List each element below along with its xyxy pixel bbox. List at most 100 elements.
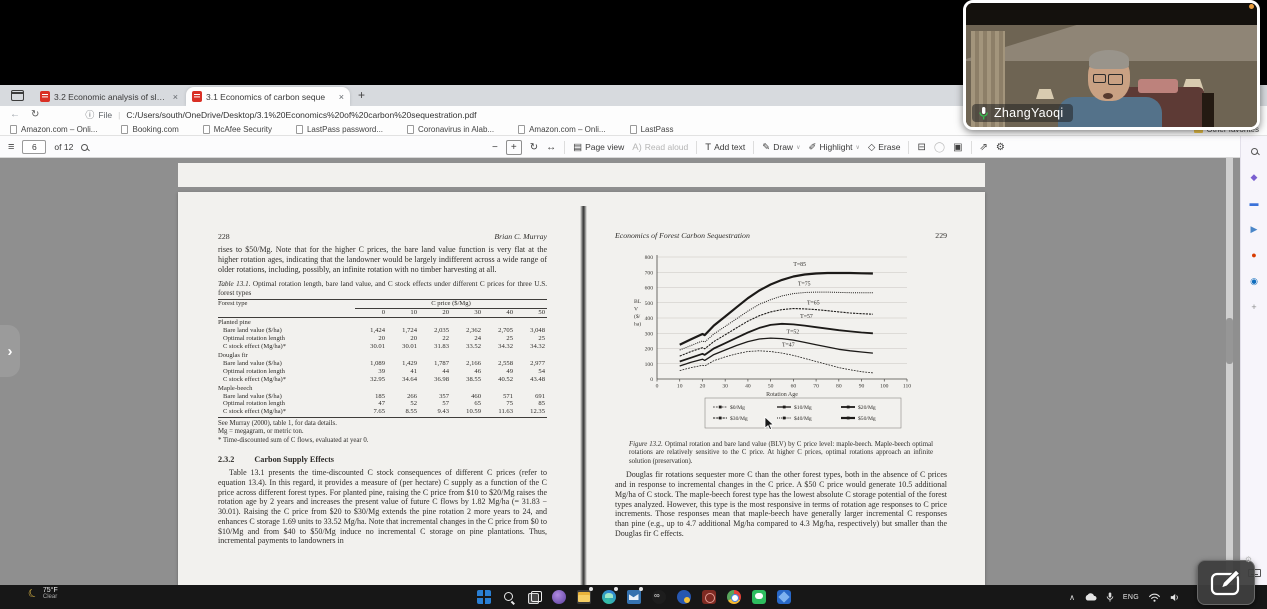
search-icon[interactable] (502, 590, 516, 604)
zoom-out-icon[interactable]: − (492, 142, 498, 153)
chevron-down-icon[interactable]: ∨ (856, 144, 860, 151)
cell-value: 24 (474, 335, 481, 343)
camera-app-icon[interactable] (651, 590, 666, 604)
back-icon[interactable]: ← (10, 109, 20, 120)
table-row: Optimal rotation length 47 52 57 65 75 85 (218, 400, 547, 408)
refresh-icon[interactable]: ↻ (31, 109, 39, 120)
page-number-input[interactable]: 6 (22, 140, 47, 154)
outlook-icon[interactable]: ◉ (1247, 274, 1261, 288)
pdf-viewport[interactable]: 228 Brian C. Murray rises to $50/Mg. Not… (0, 158, 1240, 585)
pdf-scrollbar-thumb[interactable] (1226, 318, 1233, 364)
cell-value: 8.55 (405, 408, 417, 416)
paragraph: Douglas fir rotations sequester more C t… (615, 470, 947, 538)
bookmark-item[interactable]: McAfee Security (202, 124, 272, 134)
onedrive-icon[interactable] (1084, 593, 1097, 601)
read-aloud-button[interactable]: A) Read aloud (632, 142, 688, 153)
running-title: Economics of Forest Carbon Sequestration (615, 231, 750, 240)
cell-value: 52 (410, 400, 417, 408)
section-heading: 2.3.2 Carbon Supply Effects (218, 455, 547, 464)
bookmark-item[interactable]: LastPass (629, 124, 673, 134)
svg-text:T=52: T=52 (787, 330, 800, 336)
fullscreen-icon[interactable]: ⇗ (980, 142, 988, 153)
weather-widget[interactable]: ☾ 75°F Clear (26, 587, 58, 602)
bookmark-item[interactable]: Booking.com (121, 124, 179, 134)
search-document-icon[interactable] (81, 143, 89, 151)
highlight-button[interactable]: ✐ Highlight ∨ (808, 142, 859, 153)
bookmark-item[interactable]: Amazon.com – Onli... (10, 124, 97, 134)
rotate-icon[interactable]: ↻ (530, 142, 538, 153)
bookmark-label: LastPass password... (306, 124, 384, 134)
recording-dot (1249, 4, 1254, 9)
pdf-scrollbar[interactable] (1226, 158, 1233, 585)
running-author: Brian C. Murray (494, 232, 547, 241)
url-text[interactable]: C:/Users/south/OneDrive/Desktop/3.1%20Ec… (126, 110, 476, 120)
bookmark-item[interactable]: Coronavirus in Alab... (407, 124, 494, 134)
search-icon[interactable] (1247, 144, 1261, 158)
erase-button[interactable]: ◇ Erase (868, 142, 901, 153)
bookmark-item[interactable]: Amazon.com – Onli... (518, 124, 606, 134)
settings-icon[interactable]: ⚙ (996, 142, 1005, 153)
window-menu-icon[interactable] (11, 90, 24, 101)
wifi-icon[interactable] (1148, 593, 1161, 602)
left-page-header: 228 Brian C. Murray (218, 232, 547, 241)
expand-panel-handle[interactable]: › (0, 325, 20, 377)
add-text-button[interactable]: T Add text (705, 142, 745, 153)
tab-economics-of-carbon[interactable]: 3.1 Economics of carbon seque × (186, 87, 350, 106)
draw-label: Draw (773, 142, 794, 152)
chat-icon[interactable] (751, 590, 766, 604)
bookmark-item[interactable]: LastPass password... (295, 124, 384, 134)
info-icon[interactable]: ⓘ (85, 108, 94, 121)
cell-value: 39 (378, 367, 385, 375)
tab-close-icon[interactable]: × (173, 92, 178, 102)
photos-icon[interactable] (776, 590, 791, 604)
tab-close-icon[interactable]: × (339, 92, 344, 102)
page-view-button[interactable]: ▤ Page view (573, 142, 624, 153)
save-icon[interactable]: ◯ (934, 142, 945, 153)
new-tab-button[interactable]: + (358, 88, 365, 102)
save-as-icon[interactable]: ▣ (953, 142, 962, 153)
cell-value: 3,048 (530, 327, 545, 335)
page-icon (202, 124, 210, 134)
chevron-down-icon[interactable]: ∨ (796, 144, 800, 151)
volume-icon[interactable] (1170, 593, 1181, 602)
cortana-icon[interactable] (551, 590, 566, 604)
language-indicator[interactable]: ENG (1123, 594, 1139, 601)
table-columns-row: 0 10 20 30 40 50 (218, 309, 547, 319)
chrome-icon[interactable] (726, 590, 741, 604)
discover-icon[interactable]: ◆ (1247, 170, 1261, 184)
webcam-overlay[interactable]: ZhangYaoqi (963, 0, 1260, 130)
microphone-tray-icon[interactable] (1106, 592, 1114, 603)
cell-value: 185 (375, 392, 385, 400)
page-gutter-shadow (580, 206, 587, 585)
participant-body (1058, 97, 1162, 127)
pen-icon (1210, 568, 1241, 595)
svg-text:$50/Mg: $50/Mg (858, 415, 876, 422)
zoom-in-icon[interactable]: + (505, 139, 522, 155)
fit-to-width-icon[interactable]: ↔ (546, 142, 556, 153)
add-icon[interactable]: + (1247, 300, 1261, 314)
cell-value: 11.63 (498, 408, 513, 416)
annotation-pen-button[interactable]: ⚙ (1197, 555, 1255, 605)
app-red-icon[interactable] (701, 590, 716, 604)
file-explorer-icon[interactable] (576, 587, 593, 604)
cell-value: 2,362 (466, 327, 481, 335)
tools-icon[interactable]: ▬ (1247, 196, 1261, 210)
tray-chevron-up-icon[interactable]: ∧ (1069, 593, 1075, 602)
tab-economic-analysis[interactable]: 3.2 Economic analysis of slash p × (34, 87, 184, 106)
table-row: C stock effect (Mg/ha)* 7.65 8.55 9.43 10.59… (218, 408, 547, 418)
start-icon[interactable] (476, 590, 491, 604)
draw-button[interactable]: ✎ Draw ∨ (762, 142, 800, 153)
task-view-icon[interactable] (527, 590, 542, 604)
cell-value: 1,724 (402, 327, 417, 335)
taskbar-icons (476, 587, 791, 604)
table-of-contents-icon[interactable]: ≡ (8, 141, 14, 153)
edge-icon[interactable] (601, 587, 618, 604)
cell-value: 43.48 (530, 375, 545, 383)
cell-value: 32.95 (370, 375, 385, 383)
app-blue-icon[interactable] (676, 590, 691, 604)
office-icon[interactable]: ● (1247, 248, 1261, 262)
page-number: 229 (935, 231, 947, 240)
mail-icon[interactable] (626, 587, 643, 604)
print-icon[interactable]: ⊟ (917, 142, 925, 153)
games-icon[interactable]: ▶ (1247, 222, 1261, 236)
